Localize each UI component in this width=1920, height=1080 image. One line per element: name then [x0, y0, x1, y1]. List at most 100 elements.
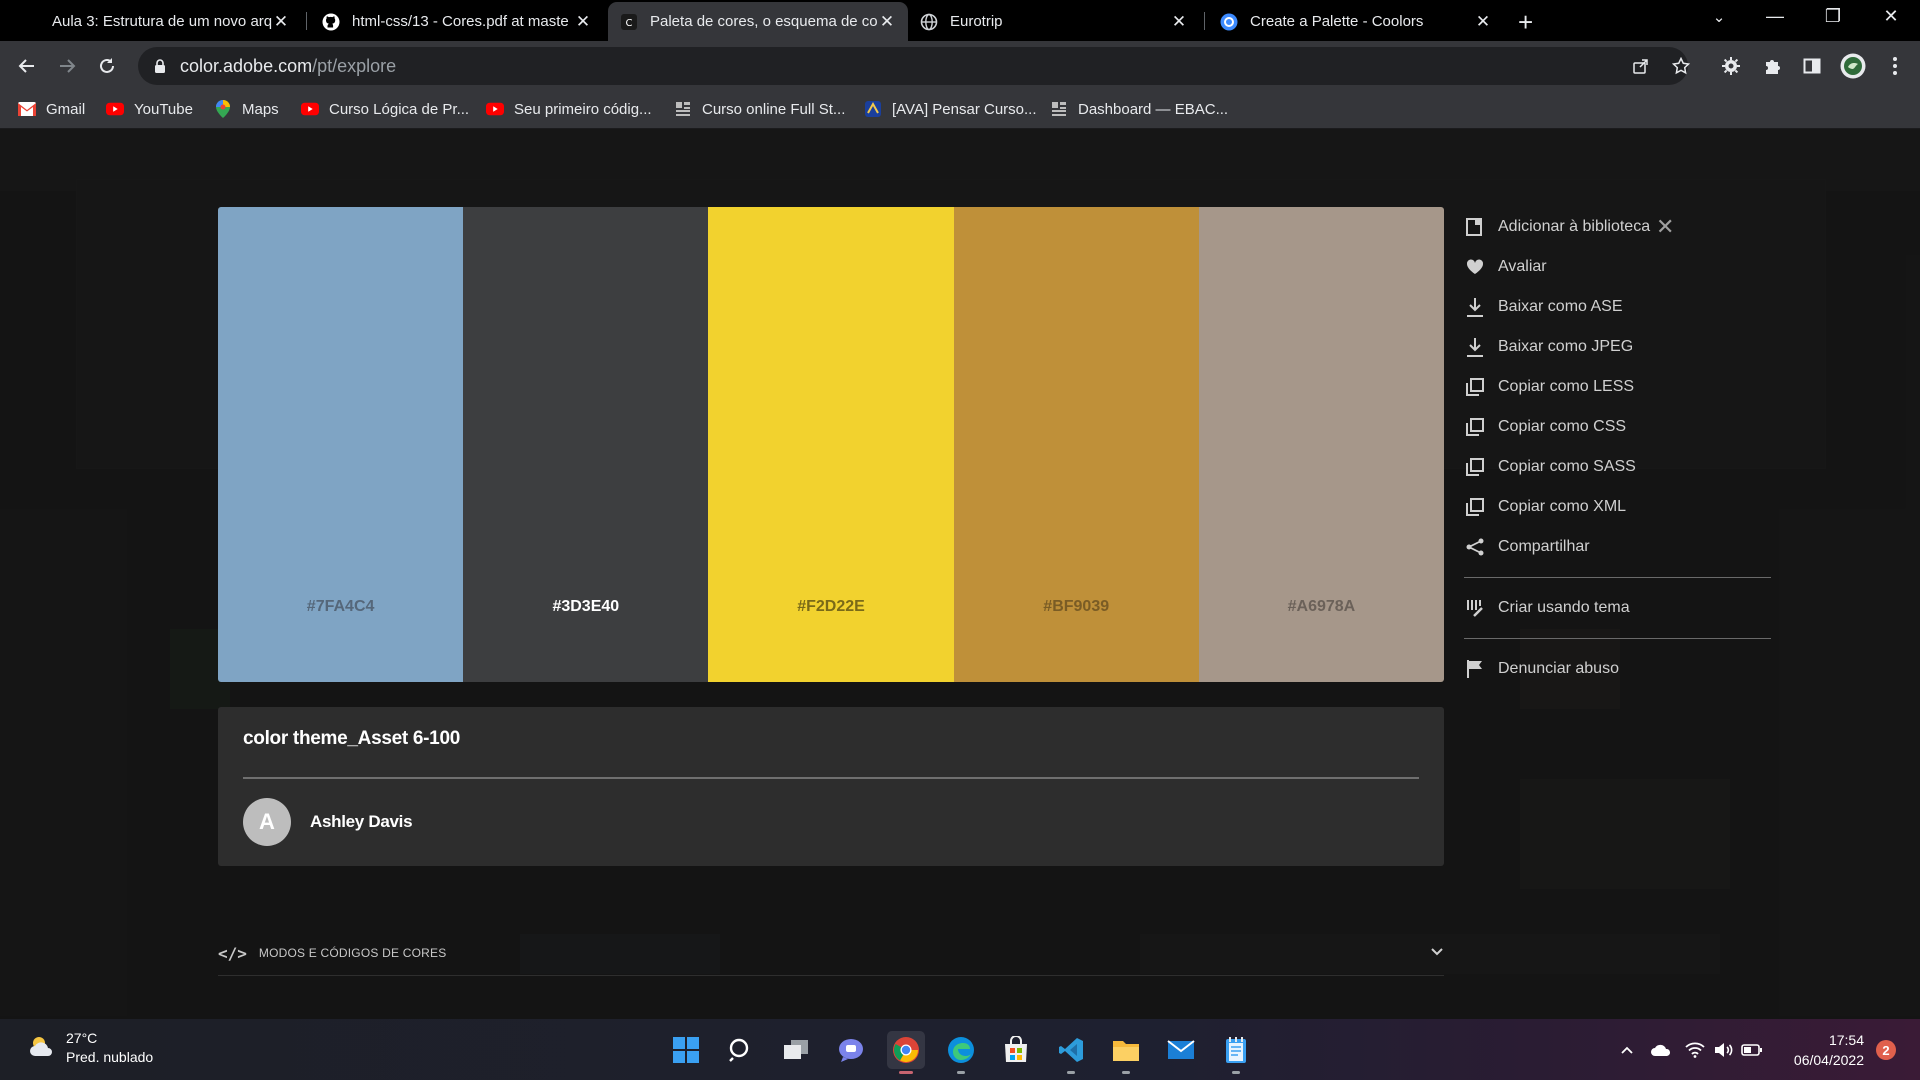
menu-dots-icon[interactable] — [1880, 51, 1910, 81]
close-icon[interactable]: ✕ — [1170, 12, 1188, 32]
swatch-hex[interactable]: #A6978A — [1199, 598, 1444, 616]
minimize-button[interactable]: — — [1752, 6, 1798, 27]
close-window-button[interactable]: ✕ — [1868, 6, 1914, 27]
menu-copy-sass[interactable]: Copiar como SASS — [1464, 454, 1636, 480]
show-hidden-icons-chevron-icon[interactable] — [1614, 1037, 1640, 1063]
divider — [1464, 577, 1771, 578]
download-icon — [1464, 336, 1486, 358]
menu-label: Copiar como XML — [1498, 498, 1627, 515]
swatch[interactable]: #7FA4C4 — [218, 207, 464, 682]
bookmark-dashboard-ebac[interactable]: Dashboard — EBAC... — [1050, 100, 1228, 118]
menu-label: Avaliar — [1498, 258, 1547, 275]
teams-chat-icon[interactable] — [832, 1031, 870, 1069]
swatch-hex[interactable]: #BF9039 — [954, 598, 1199, 616]
menu-label: Copiar como LESS — [1498, 378, 1635, 395]
profile-avatar-icon[interactable] — [1838, 51, 1868, 81]
bookmark-curso-logica[interactable]: Curso Lógica de Pr... — [301, 100, 469, 118]
close-icon[interactable]: ✕ — [878, 12, 896, 32]
tab-adobe-color[interactable]: C Paleta de cores, o esquema de co ✕ — [608, 2, 908, 41]
bookmark-gmail[interactable]: Gmail — [18, 100, 85, 118]
onedrive-cloud-icon[interactable] — [1648, 1037, 1674, 1063]
file-explorer-icon[interactable] — [1107, 1031, 1145, 1074]
bookmark-maps[interactable]: Maps — [214, 100, 279, 118]
system-clock[interactable]: 17:54 06/04/2022 — [1772, 1030, 1864, 1070]
bookmark-star-icon[interactable] — [1666, 51, 1696, 81]
author-name[interactable]: Ashley Davis — [310, 812, 413, 832]
swatch[interactable]: #3D3E40 — [463, 207, 709, 682]
new-tab-button[interactable]: + — [1518, 7, 1533, 38]
lock-icon[interactable] — [150, 58, 170, 74]
chevron-down-icon[interactable] — [1430, 944, 1444, 962]
side-panel-icon[interactable] — [1797, 51, 1827, 81]
swatch[interactable]: #BF9039 — [953, 207, 1199, 682]
open-indicator — [1232, 1071, 1240, 1074]
create-theme-icon — [1464, 597, 1486, 619]
bookmark-ava-pensar[interactable]: [AVA] Pensar Curso... — [864, 100, 1037, 118]
chrome-taskbar-icon[interactable] — [887, 1031, 925, 1074]
code-icon: </> — [218, 943, 247, 963]
tab-eurotrip[interactable]: Eurotrip ✕ — [908, 2, 1200, 41]
library-icon — [1464, 216, 1486, 238]
tab-title: Paleta de cores, o esquema de co — [650, 13, 878, 30]
start-button[interactable] — [667, 1031, 705, 1069]
menu-copy-css[interactable]: Copiar como CSS — [1464, 414, 1626, 440]
close-icon[interactable]: ✕ — [1474, 12, 1492, 32]
avatar[interactable]: A — [243, 798, 291, 846]
swatch[interactable]: #A6978A — [1198, 207, 1445, 682]
tab-aula3[interactable]: Aula 3: Estrutura de um novo arq ✕ — [40, 2, 302, 41]
menu-add-to-library[interactable]: Adicionar à biblioteca — [1464, 214, 1650, 240]
edge-taskbar-icon[interactable] — [942, 1031, 980, 1074]
wifi-icon[interactable] — [1682, 1037, 1708, 1063]
tab-coolors[interactable]: Create a Palette - Coolors ✕ — [1208, 2, 1504, 41]
extensions-puzzle-icon[interactable] — [1758, 51, 1788, 81]
divider — [1464, 638, 1771, 639]
notepad-taskbar-icon[interactable] — [1217, 1031, 1255, 1074]
reload-button[interactable] — [92, 51, 122, 81]
menu-rate[interactable]: Avaliar — [1464, 254, 1547, 280]
close-icon[interactable]: ✕ — [272, 12, 290, 32]
forward-button[interactable] — [52, 51, 82, 81]
address-bar[interactable]: color.adobe.com/pt/explore — [138, 47, 1688, 85]
bookmark-primeiro-codigo[interactable]: Seu primeiro códig... — [486, 100, 652, 118]
bookmark-label: Gmail — [46, 100, 86, 118]
task-view-icon[interactable] — [777, 1031, 815, 1069]
swatch-hex[interactable]: #3D3E40 — [463, 598, 708, 616]
mail-taskbar-icon[interactable] — [1162, 1031, 1200, 1069]
menu-share[interactable]: Compartilhar — [1464, 534, 1590, 560]
weather-widget[interactable]: 27°C Pred. nublado — [28, 1029, 153, 1067]
vscode-taskbar-icon[interactable] — [1052, 1031, 1090, 1074]
close-icon[interactable]: ✕ — [574, 12, 592, 32]
share-page-icon[interactable] — [1626, 51, 1656, 81]
ebac-icon — [1050, 100, 1068, 118]
ebac-icon — [674, 100, 692, 118]
ava-icon — [864, 100, 882, 118]
battery-icon[interactable] — [1739, 1037, 1765, 1063]
menu-copy-xml[interactable]: Copiar como XML — [1464, 494, 1626, 520]
tab-search-chevron-icon[interactable]: ⌄ — [1696, 8, 1742, 26]
restore-button[interactable]: ❐ — [1810, 6, 1856, 27]
copy-icon — [1464, 416, 1486, 438]
search-icon[interactable] — [722, 1031, 760, 1069]
notification-badge[interactable]: 2 — [1876, 1040, 1896, 1060]
menu-download-ase[interactable]: Baixar como ASE — [1464, 294, 1623, 320]
bookmark-label: Seu primeiro códig... — [514, 100, 652, 118]
swatch[interactable]: #F2D22E — [708, 207, 954, 682]
menu-label: Compartilhar — [1498, 538, 1590, 555]
menu-download-jpeg[interactable]: Baixar como JPEG — [1464, 334, 1633, 360]
swatch-hex[interactable]: #7FA4C4 — [218, 598, 463, 616]
swatch-hex[interactable]: #F2D22E — [708, 598, 953, 616]
store-taskbar-icon[interactable] — [997, 1031, 1035, 1069]
settings-extension-icon[interactable] — [1716, 51, 1746, 81]
close-icon[interactable]: ✕ — [1656, 214, 1674, 240]
svg-text:C: C — [626, 18, 633, 29]
gmail-icon — [18, 100, 36, 118]
menu-create-with-theme[interactable]: Criar usando tema — [1464, 595, 1630, 621]
bookmark-curso-full-stack[interactable]: Curso online Full St... — [674, 100, 845, 118]
color-modes-toggle[interactable]: </> MODOS E CÓDIGOS DE CORES — [218, 938, 1444, 968]
bookmark-youtube[interactable]: YouTube — [106, 100, 193, 118]
menu-report-abuse[interactable]: Denunciar abuso — [1464, 656, 1619, 682]
tab-github-cores[interactable]: html-css/13 - Cores.pdf at maste ✕ — [310, 2, 604, 41]
back-button[interactable] — [12, 51, 42, 81]
menu-copy-less[interactable]: Copiar como LESS — [1464, 374, 1634, 400]
volume-icon[interactable] — [1710, 1037, 1736, 1063]
